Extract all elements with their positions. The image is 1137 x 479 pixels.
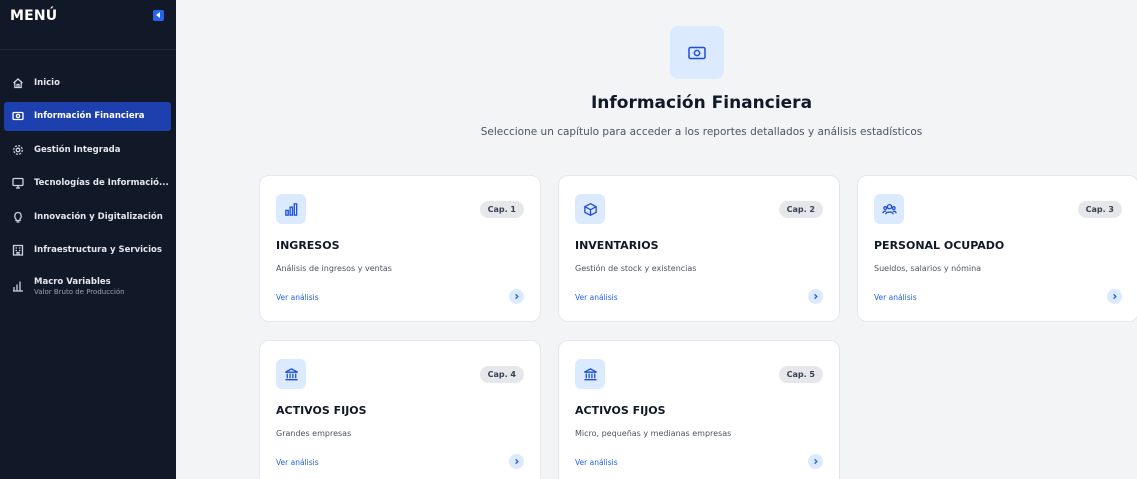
- sidebar-item-label: Infraestructura y Servicios: [34, 245, 162, 255]
- card-description: Gestión de stock y existencias: [575, 264, 697, 273]
- sidebar-item-innovacion[interactable]: Innovación y Digitalización: [4, 202, 171, 231]
- sidebar-header: MENÚ: [0, 0, 176, 50]
- page-subtitle: Seleccione un capítulo para acceder a lo…: [480, 126, 923, 138]
- card-description: Grandes empresas: [276, 429, 352, 438]
- sidebar-item-tecnologias[interactable]: Tecnologías de Informació...: [4, 169, 171, 198]
- box-icon: [575, 194, 605, 224]
- sidebar-item-informacion-financiera[interactable]: Información Financiera: [4, 101, 171, 131]
- chapter-card-activos-fijos-grandes[interactable]: Cap. 4 ACTIVOS FIJOS Grandes empresas Ve…: [259, 340, 541, 479]
- chapter-card-ingresos[interactable]: Cap. 1 INGRESOS Análisis de ingresos y v…: [259, 175, 541, 322]
- chapter-card-activos-fijos-mipymes[interactable]: Cap. 5 ACTIVOS FIJOS Micro, pequeñas y m…: [558, 340, 840, 479]
- sidebar-item-label: Tecnologías de Informació...: [34, 178, 169, 188]
- sidebar: MENÚ Inicio Información Financiera Gesti…: [0, 0, 176, 479]
- sidebar-item-inicio[interactable]: Inicio: [4, 68, 171, 97]
- chapter-card-personal-ocupado[interactable]: Cap. 3 PERSONAL OCUPADO Sueldos, salario…: [857, 175, 1137, 322]
- chapter-badge: Cap. 5: [778, 366, 823, 383]
- card-description: Análisis de ingresos y ventas: [276, 264, 392, 273]
- bank-icon: [276, 359, 306, 389]
- card-description: Micro, pequeñas y medianas empresas: [575, 429, 732, 438]
- view-analysis-link[interactable]: Ver análisis: [575, 293, 618, 302]
- card-title: INVENTARIOS: [575, 239, 659, 252]
- bar-chart-icon: [276, 194, 306, 224]
- sidebar-item-label: Información Financiera: [34, 111, 145, 121]
- main-content: Información Financiera Seleccione un cap…: [176, 0, 1137, 479]
- chevron-right-icon[interactable]: [509, 289, 524, 304]
- chevron-right-icon[interactable]: [808, 289, 823, 304]
- lightbulb-icon: [12, 211, 24, 223]
- chapter-badge: Cap. 3: [1077, 201, 1122, 218]
- sidebar-item-text: Macro Variables Valor Bruto de Producció…: [34, 277, 125, 296]
- chevron-right-icon[interactable]: [808, 454, 823, 469]
- sidebar-item-label: Inicio: [34, 77, 60, 88]
- card-title: ACTIVOS FIJOS: [575, 404, 666, 417]
- chapter-card-inventarios[interactable]: Cap. 2 INVENTARIOS Gestión de stock y ex…: [558, 175, 840, 322]
- sidebar-item-infraestructura[interactable]: Infraestructura y Servicios: [4, 236, 171, 265]
- card-title: ACTIVOS FIJOS: [276, 404, 367, 417]
- chevron-right-icon[interactable]: [509, 454, 524, 469]
- chapter-badge: Cap. 1: [479, 201, 524, 218]
- sidebar-item-gestion-integrada[interactable]: Gestión Integrada: [4, 135, 171, 164]
- people-icon: [874, 194, 904, 224]
- sidebar-item-label: Innovación y Digitalización: [34, 211, 163, 222]
- home-icon: [12, 77, 24, 89]
- page-title: Información Financiera: [590, 93, 813, 113]
- bar-chart-icon: [12, 280, 24, 292]
- chevron-right-icon[interactable]: [1107, 289, 1122, 304]
- sidebar-item-label: Macro Variables: [34, 276, 111, 287]
- card-description: Sueldos, salarios y nómina: [874, 264, 982, 273]
- card-title: INGRESOS: [276, 239, 340, 252]
- sidebar-item-sublabel: Valor Bruto de Producción: [34, 287, 125, 296]
- collapse-sidebar-button[interactable]: [153, 10, 164, 21]
- monitor-icon: [12, 177, 24, 189]
- sidebar-nav: Inicio Información Financiera Gestión In…: [0, 50, 176, 303]
- chapter-badge: Cap. 2: [778, 201, 823, 218]
- view-analysis-link[interactable]: Ver análisis: [276, 458, 319, 467]
- chapter-badge: Cap. 4: [479, 366, 524, 383]
- card-title: PERSONAL OCUPADO: [874, 239, 1005, 252]
- money-icon: [670, 26, 724, 79]
- money-icon: [12, 110, 24, 122]
- view-analysis-link[interactable]: Ver análisis: [575, 458, 618, 467]
- bank-icon: [575, 359, 605, 389]
- building-icon: [12, 244, 24, 256]
- gear-icon: [12, 144, 24, 156]
- sidebar-item-label: Gestión Integrada: [34, 144, 121, 155]
- sidebar-title: MENÚ: [10, 7, 58, 24]
- view-analysis-link[interactable]: Ver análisis: [276, 293, 319, 302]
- sidebar-item-macro-variables[interactable]: Macro Variables Valor Bruto de Producció…: [4, 269, 171, 303]
- view-analysis-link[interactable]: Ver análisis: [874, 293, 917, 302]
